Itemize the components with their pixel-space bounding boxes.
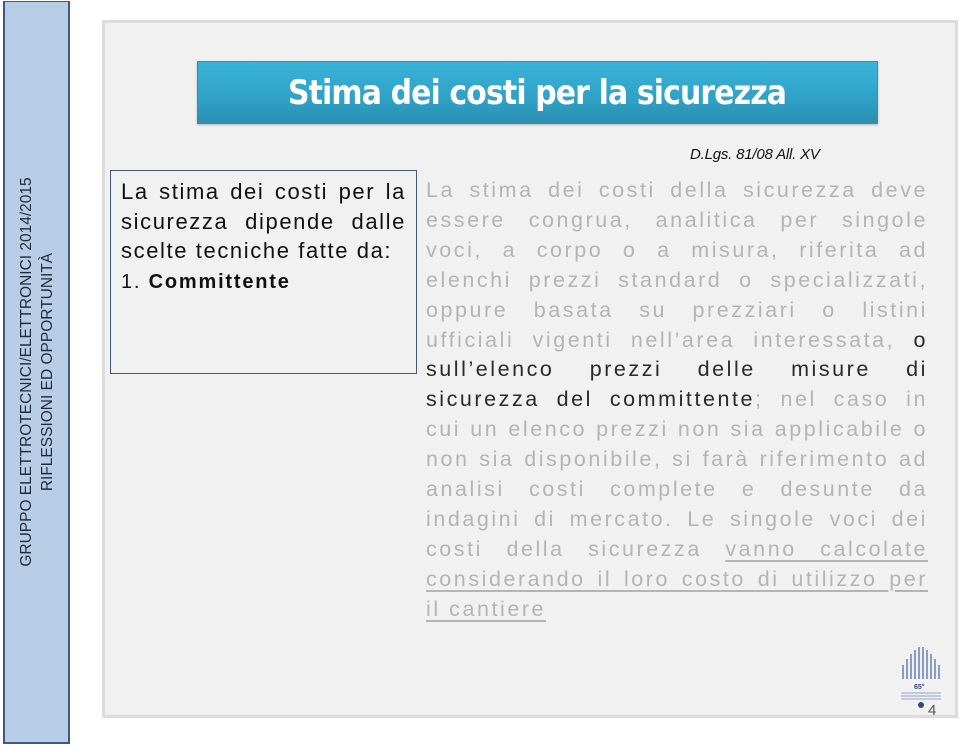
body-part-3: ; nel caso in cui un elenco prezzi non s…: [426, 387, 929, 561]
title-banner: Stima dei costi per la sicurezza: [197, 61, 878, 124]
body-paragraph: La stima dei costi della sicurezza deve …: [426, 176, 928, 625]
legal-reference: D.Lgs. 81/08 All. XV: [690, 146, 820, 163]
sidebar-line-1: GRUPPO ELETTROTECNICI/ELETTRONICI 2014/2…: [17, 177, 35, 567]
body-part-1: La stima dei costi della sicurezza deve …: [426, 178, 928, 352]
page-number: 4: [928, 702, 937, 719]
anniversary-logo-icon: 65°: [893, 645, 948, 715]
summary-box: La stima dei costi per la sicurezza dipe…: [110, 170, 417, 374]
list-label: Committente: [148, 270, 291, 293]
sidebar-banner: GRUPPO ELETTROTECNICI/ELETTRONICI 2014/2…: [3, 1, 70, 744]
sidebar-line-2: RIFLESSIONI ED OPPORTUNITÀ: [38, 252, 56, 492]
logo-badge: 65°: [914, 683, 925, 691]
sidebar-caption: GRUPPO ELETTROTECNICI/ELETTRONICI 2014/2…: [16, 177, 58, 566]
list-number: 1.: [121, 270, 142, 293]
summary-list-item: 1. Committente: [121, 268, 406, 298]
summary-text: La stima dei costi per la sicurezza dipe…: [121, 179, 406, 263]
slide-title: Stima dei costi per la sicurezza: [288, 72, 787, 113]
